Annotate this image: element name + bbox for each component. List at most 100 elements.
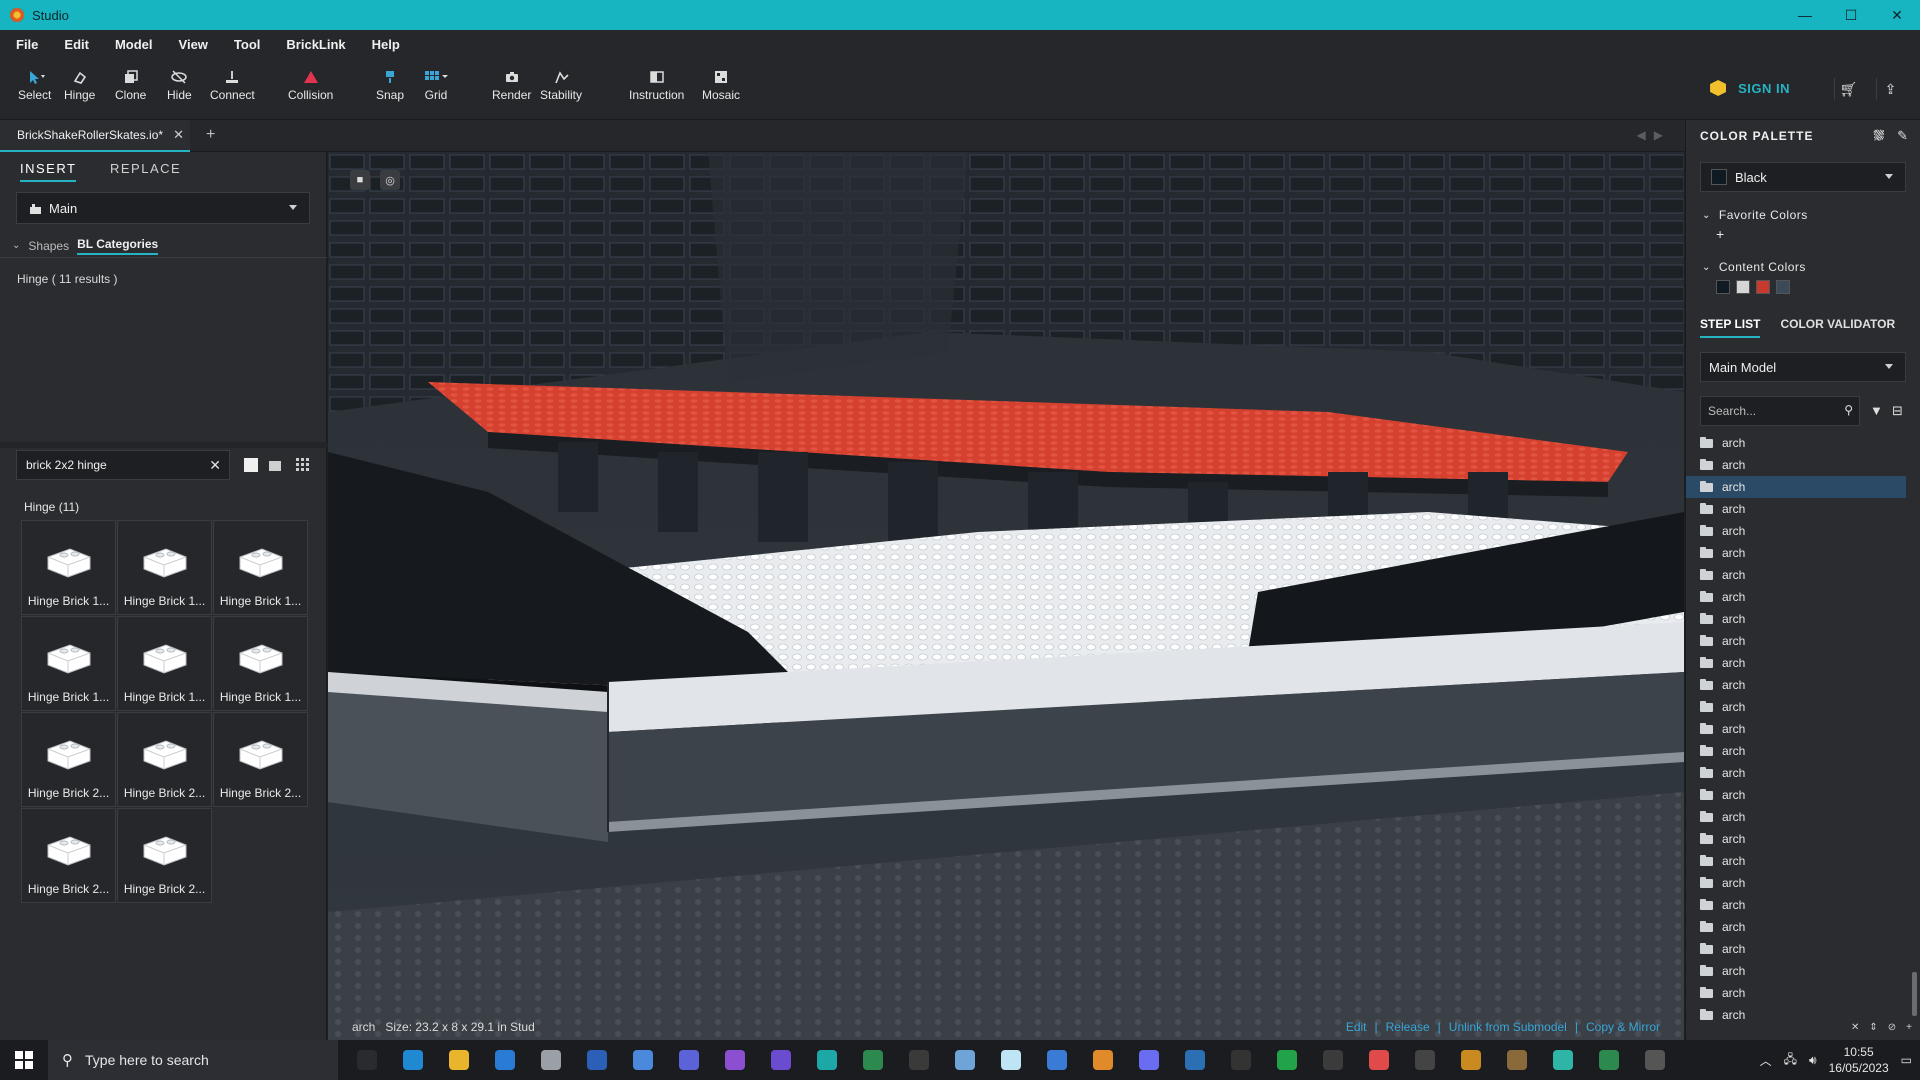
connect-tool-button[interactable]: Connect	[210, 66, 255, 102]
taskbar-app-icon[interactable]	[436, 1040, 482, 1080]
menu-edit[interactable]: Edit	[64, 37, 89, 52]
step-list-item[interactable]: arch	[1686, 432, 1906, 454]
step-list-item[interactable]: arch	[1686, 762, 1906, 784]
mosaic-tool-button[interactable]: Mosaic	[702, 66, 740, 102]
part-tile[interactable]: Hinge Brick 1...	[21, 616, 116, 711]
step-list-item[interactable]: arch	[1686, 850, 1906, 872]
step-list-item[interactable]: arch	[1686, 828, 1906, 850]
minimize-icon[interactable]: —	[1782, 0, 1828, 30]
content-color-swatch[interactable]	[1776, 280, 1790, 294]
upload-button[interactable]: ⇪	[1876, 78, 1904, 100]
tab-color-validator[interactable]: COLOR VALIDATOR	[1780, 308, 1895, 338]
taskbar-app-icon[interactable]	[1310, 1040, 1356, 1080]
content-color-swatch[interactable]	[1716, 280, 1730, 294]
taskbar-app-icon[interactable]	[1586, 1040, 1632, 1080]
expand-icon[interactable]: ⇕	[1869, 1022, 1877, 1033]
step-list-item[interactable]: arch	[1686, 520, 1906, 542]
step-list-item[interactable]: arch	[1686, 740, 1906, 762]
step-list-item[interactable]: arch	[1686, 784, 1906, 806]
menu-view[interactable]: View	[179, 37, 208, 52]
tab-scroll-arrows-icon[interactable]: ◀▶	[1637, 128, 1671, 142]
step-list-item[interactable]: arch	[1686, 696, 1906, 718]
taskbar-app-icon[interactable]	[1402, 1040, 1448, 1080]
taskbar-app-icon[interactable]	[1448, 1040, 1494, 1080]
menu-help[interactable]: Help	[372, 37, 400, 52]
color-select[interactable]: Black	[1700, 162, 1906, 192]
taskbar-app-icon[interactable]	[850, 1040, 896, 1080]
part-tile[interactable]: Hinge Brick 1...	[117, 520, 212, 615]
step-list-item[interactable]: arch	[1686, 608, 1906, 630]
step-list-item[interactable]: arch	[1686, 630, 1906, 652]
taskbar-app-icon[interactable]	[712, 1040, 758, 1080]
step-list-item[interactable]: arch	[1686, 960, 1906, 982]
chevron-up-icon[interactable]: ︿	[1760, 1052, 1772, 1069]
content-color-swatch[interactable]	[1736, 280, 1750, 294]
sign-in-button[interactable]: SIGN IN	[1710, 80, 1790, 96]
menu-file[interactable]: File	[16, 37, 38, 52]
content-color-swatch[interactable]	[1756, 280, 1770, 294]
taskbar-app-icon[interactable]	[1172, 1040, 1218, 1080]
network-icon[interactable]: 🖧︎	[1784, 1050, 1797, 1071]
eyedropper-icon[interactable]: ✎	[1897, 128, 1909, 144]
step-list-item[interactable]: arch	[1686, 564, 1906, 586]
taskbar-app-icon[interactable]	[1080, 1040, 1126, 1080]
step-list-item[interactable]: arch	[1686, 806, 1906, 828]
start-button[interactable]	[0, 1040, 48, 1080]
taskbar-app-icon[interactable]	[528, 1040, 574, 1080]
step-list-item[interactable]: arch	[1686, 982, 1906, 1004]
step-list-item[interactable]: arch	[1686, 938, 1906, 960]
menu-bricklink[interactable]: BrickLink	[286, 37, 345, 52]
shapes-filter[interactable]: Shapes	[28, 239, 69, 253]
step-list-item[interactable]: arch	[1686, 718, 1906, 740]
part-tile[interactable]: Hinge Brick 1...	[117, 616, 212, 711]
volume-icon[interactable]: 🔊︎	[1809, 1053, 1817, 1068]
select-tool-button[interactable]: Select	[18, 66, 51, 102]
copy-mirror-link[interactable]: Copy & Mirror	[1586, 1020, 1660, 1034]
cart-button[interactable]: 🛒︎	[1834, 78, 1862, 100]
taskbar-app-icon[interactable]	[482, 1040, 528, 1080]
tab-replace[interactable]: REPLACE	[110, 152, 181, 182]
step-model-select[interactable]: Main Model	[1700, 352, 1906, 382]
taskbar-app-icon[interactable]	[1356, 1040, 1402, 1080]
snap-tool-button[interactable]: Snap	[376, 66, 404, 102]
hide-tool-button[interactable]: Hide	[167, 66, 192, 102]
step-list-item[interactable]: arch	[1686, 894, 1906, 916]
maximize-icon[interactable]: ☐	[1828, 0, 1874, 30]
taskbar-app-icon[interactable]	[942, 1040, 988, 1080]
filter-icon[interactable]: ▼	[1870, 403, 1883, 418]
taskbar-app-icon[interactable]	[390, 1040, 436, 1080]
part-tile[interactable]: Hinge Brick 2...	[117, 712, 212, 807]
link-steps-icon[interactable]: ⊟	[1892, 403, 1903, 419]
taskbar-app-icon[interactable]	[1126, 1040, 1172, 1080]
step-list-item[interactable]: arch	[1686, 872, 1906, 894]
search-icon[interactable]: ⚲	[1844, 403, 1853, 417]
video-camera-icon[interactable]: ■	[350, 170, 370, 190]
taskbar-app-icon[interactable]	[1264, 1040, 1310, 1080]
taskbar-app-icon[interactable]	[1632, 1040, 1678, 1080]
part-tile[interactable]: Hinge Brick 2...	[213, 712, 308, 807]
tab-step-list[interactable]: STEP LIST	[1700, 308, 1761, 338]
small-grid-view-icon[interactable]	[296, 458, 310, 472]
step-list-item[interactable]: arch	[1686, 542, 1906, 564]
taskbar-app-icon[interactable]	[344, 1040, 390, 1080]
3d-viewport[interactable]: ■ ◎ arch Size: 23.2 x 8 x 29.1 in Stud E…	[328, 152, 1684, 1040]
medium-view-icon[interactable]	[268, 458, 282, 472]
document-tab[interactable]: BrickShakeRollerSkates.io* ✕	[0, 120, 190, 152]
clone-tool-button[interactable]: Clone	[115, 66, 146, 102]
add-step-icon[interactable]: +	[1906, 1022, 1912, 1033]
taskbar-app-icon[interactable]	[1494, 1040, 1540, 1080]
unlink-from-submodel-link[interactable]: Unlink from Submodel	[1449, 1020, 1567, 1034]
step-list-item[interactable]: arch	[1686, 916, 1906, 938]
menu-tool[interactable]: Tool	[234, 37, 260, 52]
step-list-item[interactable]: arch	[1686, 674, 1906, 696]
release-link[interactable]: Release	[1386, 1020, 1430, 1034]
taskbar-app-icon[interactable]	[666, 1040, 712, 1080]
tab-insert[interactable]: INSERT	[20, 152, 76, 182]
panel-divider[interactable]	[0, 442, 327, 448]
taskbar-app-icon[interactable]	[804, 1040, 850, 1080]
part-search-input[interactable]: brick 2x2 hinge ✕	[16, 450, 230, 480]
part-tile[interactable]: Hinge Brick 2...	[21, 808, 116, 903]
taskbar-app-icon[interactable]	[574, 1040, 620, 1080]
part-tile[interactable]: Hinge Brick 1...	[21, 520, 116, 615]
paint-roller-icon[interactable]: ⛆	[1874, 128, 1885, 144]
